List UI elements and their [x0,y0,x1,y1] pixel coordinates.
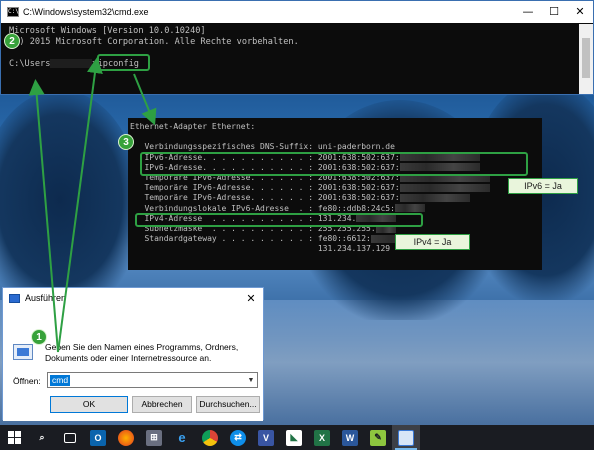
edge-icon: e [178,430,186,445]
ipv6-tag: IPv6 = Ja [508,178,578,194]
maximize-button[interactable]: ☐ [541,1,567,23]
chrome-icon [202,429,218,446]
ipconfig-row: Temporäre IPv6-Adresse. . . . . . : 2001… [130,193,400,203]
search-button[interactable]: ⌕ [28,425,56,450]
redacted-username [50,59,93,68]
cmd-line: Microsoft Windows [Version 10.0.10240] [9,26,206,36]
cmd-prompt: C:\Users [9,59,51,69]
adapter-header: Ethernet-Adapter Ethernet: [130,122,256,131]
cancel-button[interactable]: Abbrechen [132,396,192,413]
ipconfig-row: Standardgateway . . . . . . . . . : fe80… [130,234,371,244]
cmd-line: (c) 2015 Microsoft Corporation. Alle Rec… [9,37,299,47]
ipconfig-output: Ethernet-Adapter Ethernet: Verbindungssp… [128,118,542,270]
step-3-badge: 3 [118,134,134,150]
visio-icon: V [258,429,274,446]
close-button[interactable]: ✕ [239,292,263,305]
ok-button[interactable]: OK [50,396,128,413]
minimize-button[interactable]: — [515,1,541,23]
step-2-badge: 2 [4,33,20,49]
excel-icon: X [314,429,330,446]
task-view-button[interactable] [56,425,84,450]
run-icon [398,429,414,446]
wallpaper-tree [0,90,140,310]
search-icon: ⌕ [39,432,45,442]
cmd-titlebar[interactable]: C:\ C:\Windows\system32\cmd.exe — ☐ ✕ [1,1,593,23]
notepadpp-button[interactable]: ✎ [364,425,392,450]
run-dialog[interactable]: Ausführen ✕ Geben Sie den Namen eines Pr… [2,287,264,421]
outlook-button[interactable]: O [84,425,112,450]
cmd-title: C:\Windows\system32\cmd.exe [23,7,149,17]
run-description: Geben Sie den Namen eines Programms, Ord… [45,342,239,363]
open-input[interactable]: cmd ▼ [47,372,258,388]
task-view-icon [64,432,76,443]
firefox-button[interactable] [112,425,140,450]
outlook-icon: O [90,429,106,446]
chrome-button[interactable] [196,425,224,450]
ipv4-tag: IPv4 = Ja [395,234,470,250]
step-1-badge: 1 [31,329,47,345]
cmd-icon: C:\ [7,7,19,17]
project-icon: ◣ [286,429,302,446]
word-button[interactable]: W [336,425,364,450]
ipconfig-row: Verbindungsspezifisches DNS-Suffix: uni-… [130,142,395,152]
excel-button[interactable]: X [308,425,336,450]
redacted-value [399,193,470,202]
browse-button[interactable]: Durchsuchen... [196,396,260,413]
ipconfig-row: Verbindungslokale IPv6-Adresse . : fe80:… [130,203,395,213]
run-title: Ausführen [25,293,67,303]
scrollbar-thumb[interactable] [582,38,590,78]
run-titlebar[interactable]: Ausführen ✕ [3,288,263,308]
notepad-plus-icon: ✎ [370,429,386,446]
word-icon: W [342,429,358,446]
project-button[interactable]: ◣ [280,425,308,450]
teamviewer-icon: ⇄ [230,429,246,446]
open-input-value[interactable]: cmd [50,374,71,386]
start-button[interactable] [0,425,28,450]
firefox-icon [118,429,134,446]
windows-icon [7,431,21,444]
ipconfig-row: Temporäre IPv6-Adresse. . . . . . : 2001… [130,183,400,193]
cmd-scrollbar[interactable] [579,24,593,94]
open-label: Öffnen: [13,376,41,386]
ipconfig-row: 131.234.137.129 [130,244,391,254]
ipconfig-command-highlight [97,54,150,71]
cmd-console[interactable]: Microsoft Windows [Version 10.0.10240] (… [1,23,593,70]
run-program-icon [13,344,33,360]
run-icon [9,293,20,303]
network-button[interactable]: ⊞ [140,425,168,450]
redacted-value [394,204,425,213]
chevron-down-icon[interactable]: ▼ [245,377,257,384]
taskbar: ⌕ O ⊞ e ⇄ V ◣ X W ✎ [0,425,594,450]
ipv6-highlight [140,152,528,176]
cmd-window[interactable]: C:\ C:\Windows\system32\cmd.exe — ☐ ✕ Mi… [0,0,594,95]
edge-button[interactable]: e [168,425,196,450]
redacted-value [399,183,490,192]
teamviewer-button[interactable]: ⇄ [224,425,252,450]
ipv4-highlight [135,213,423,227]
network-icon: ⊞ [146,429,162,446]
run-button[interactable] [392,425,420,450]
visio-button[interactable]: V [252,425,280,450]
close-button[interactable]: ✕ [567,1,593,23]
